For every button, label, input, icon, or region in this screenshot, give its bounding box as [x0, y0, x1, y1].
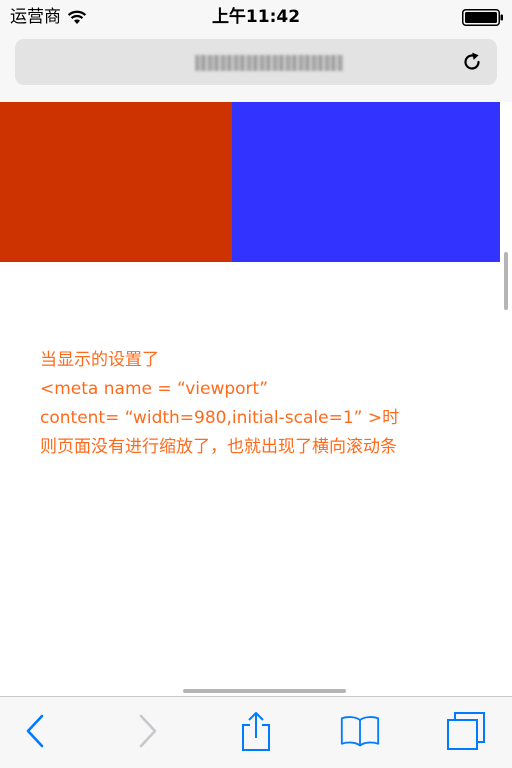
bottom-toolbar: [0, 696, 512, 768]
red-block: [0, 102, 232, 262]
blue-block: [232, 102, 500, 262]
web-page-content[interactable]: 当显示的设置了 <meta name = “viewport” content=…: [0, 102, 512, 696]
address-bar-area: [0, 34, 512, 102]
status-bar: 运营商 上午11:42: [0, 0, 512, 34]
url-text[interactable]: [195, 55, 343, 71]
safari-window: 运营商 上午11:42 当显示的设置了 <meta name = “viewpo…: [0, 0, 512, 768]
bookmarks-button[interactable]: [340, 711, 380, 751]
forward-icon: [139, 714, 157, 748]
address-bar[interactable]: [15, 39, 497, 85]
status-time: 上午11:42: [211, 7, 301, 27]
note-line: content= “width=980,initial-scale=1” >时: [40, 408, 400, 428]
bookmarks-icon: [340, 716, 380, 747]
forward-button[interactable]: [128, 711, 168, 751]
note-line: <meta name = “viewport”: [40, 379, 269, 399]
share-icon: [242, 712, 270, 751]
note-line: 当显示的设置了: [40, 350, 159, 370]
tabs-icon: [447, 712, 485, 750]
note-line: 则页面没有进行缩放了，也就出现了横向滚动条: [40, 437, 397, 457]
back-icon: [26, 714, 44, 748]
battery-icon: [462, 9, 503, 26]
reload-icon[interactable]: [461, 51, 483, 73]
tabs-button[interactable]: [446, 711, 486, 751]
share-button[interactable]: [236, 711, 276, 751]
note-text: 当显示的设置了 <meta name = “viewport” content=…: [40, 346, 500, 462]
vertical-scrollbar[interactable]: [504, 252, 508, 310]
back-button[interactable]: [15, 711, 55, 751]
horizontal-scrollbar[interactable]: [183, 689, 346, 693]
